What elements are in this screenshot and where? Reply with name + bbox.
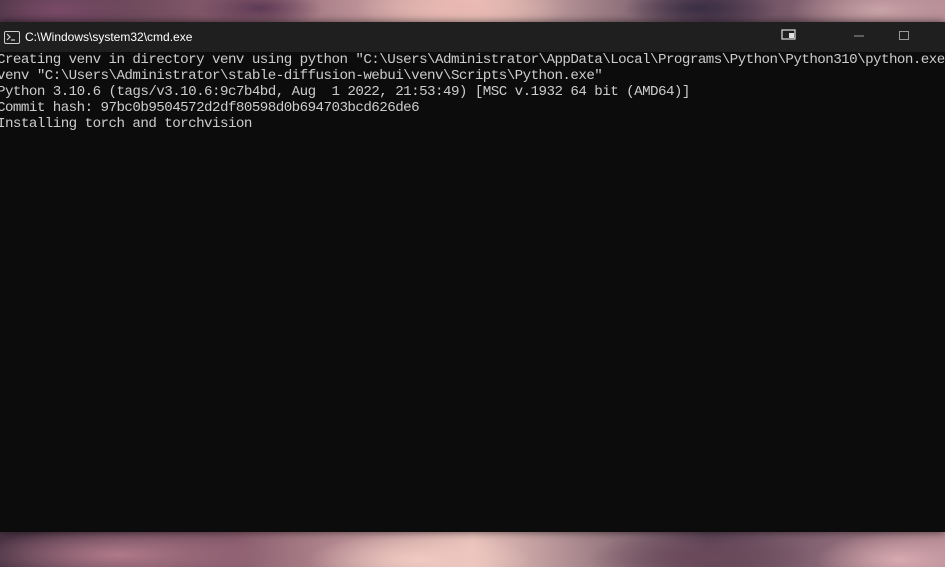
console-output[interactable]: Creating venv in directory venv using py… [0, 52, 945, 532]
console-line: Installing torch and torchvision [0, 116, 252, 132]
minimize-icon [854, 28, 864, 46]
console-icon [4, 30, 20, 44]
minimize-button[interactable] [836, 22, 882, 52]
console-line: Creating venv in directory venv using py… [0, 52, 945, 68]
console-line: venv "C:\Users\Administrator\stable-diff… [0, 68, 603, 84]
cmd-window: C:\Windows\system32\cmd.exe Creating ven… [0, 22, 945, 532]
snap-layout-icon [781, 28, 797, 46]
maximize-icon [899, 28, 909, 46]
title-bar[interactable]: C:\Windows\system32\cmd.exe [0, 22, 945, 52]
window-title: C:\Windows\system32\cmd.exe [25, 30, 193, 44]
console-line: Python 3.10.6 (tags/v3.10.6:9c7b4bd, Aug… [0, 84, 690, 100]
console-line: Commit hash: 97bc0b9504572d2df80598d0b69… [0, 100, 420, 116]
maximize-button[interactable] [881, 22, 927, 52]
snap-layout-button[interactable] [766, 22, 812, 52]
